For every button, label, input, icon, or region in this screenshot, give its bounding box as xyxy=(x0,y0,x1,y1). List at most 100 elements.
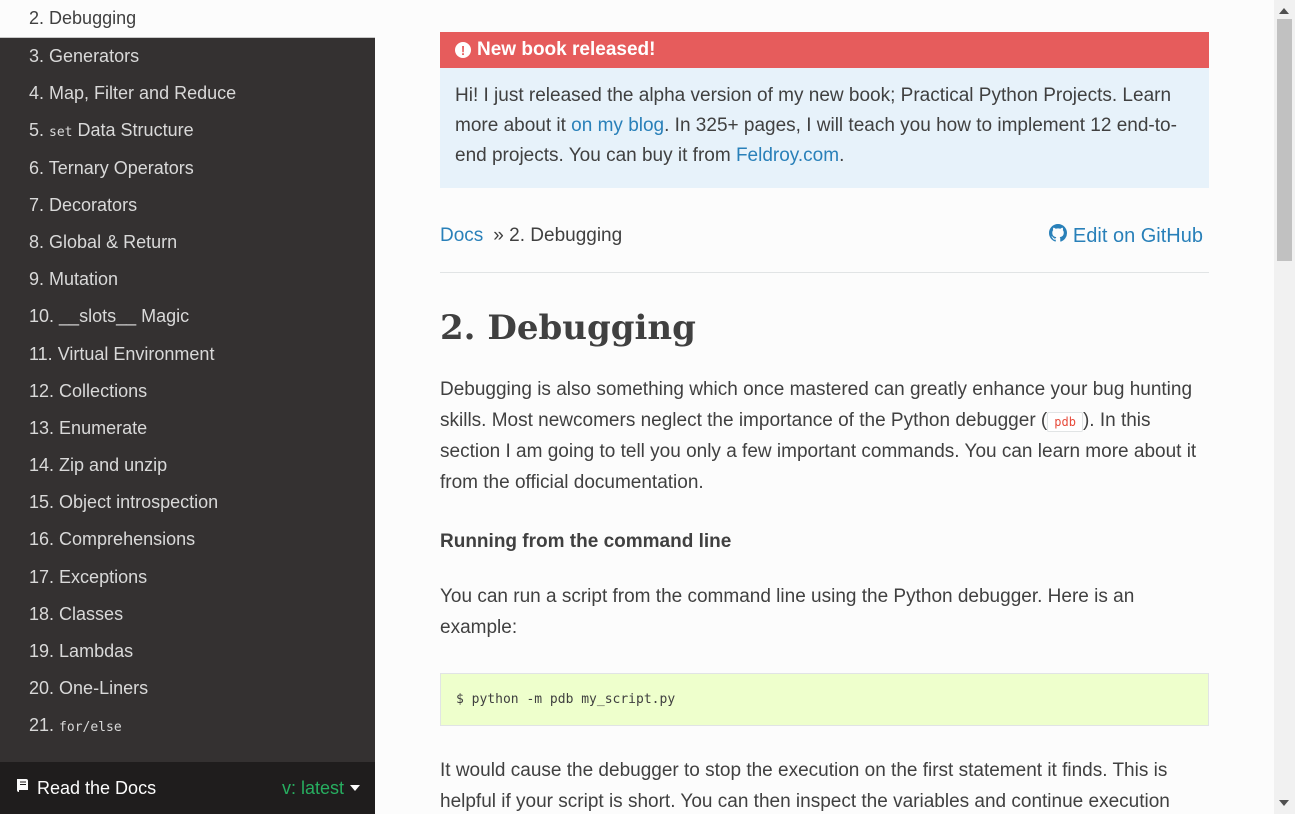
sidebar-item-16[interactable]: 16. Comprehensions xyxy=(0,521,375,558)
sidebar-item-number: 2. xyxy=(29,8,45,28)
sidebar-item-8[interactable]: 8. Global & Return xyxy=(0,224,375,261)
sidebar-item-15[interactable]: 15. Object introspection xyxy=(0,484,375,521)
breadcrumb-trail: Docs » 2. Debugging xyxy=(440,225,622,247)
sidebar-item-number: 14. xyxy=(29,455,55,476)
sidebar-item-number: 19. xyxy=(29,641,55,661)
sidebar-item-label: Debugging xyxy=(49,8,137,28)
notice-text-3: . xyxy=(839,145,845,166)
sidebar-item-6[interactable]: 6. Ternary Operators xyxy=(0,150,375,187)
intro-paragraph: Debugging is also something which once m… xyxy=(440,375,1209,498)
breadcrumb-current-label: 2. Debugging xyxy=(509,225,623,246)
sidebar-item-label: Ternary Operators xyxy=(48,157,194,178)
sidebar-item-label: Enumerate xyxy=(59,417,148,438)
sidebar-item-3[interactable]: 3. Generators xyxy=(0,38,375,75)
sidebar-item-19[interactable]: 19. Lambdas xyxy=(0,633,375,670)
sidebar-item-number: 5. xyxy=(29,120,45,141)
sidebar-item-label: Lambdas xyxy=(59,641,134,661)
sidebar-item-5[interactable]: 5. set Data Structure xyxy=(0,112,375,149)
sidebar-item-label: Zip and unzip xyxy=(59,455,168,476)
rtd-brand-label: Read the Docs xyxy=(37,777,157,798)
blog-link[interactable]: on my blog xyxy=(571,115,664,136)
notice-admonition: ! New book released! Hi! I just released… xyxy=(440,32,1209,188)
sidebar-item-number: 21. xyxy=(29,715,55,736)
edit-on-github-link[interactable]: Edit on GitHub xyxy=(1048,224,1209,248)
sidebar-item-label: Classes xyxy=(59,603,124,624)
sidebar-item-number: 16. xyxy=(29,529,55,550)
explanation-paragraph: It would cause the debugger to stop the … xyxy=(440,760,1170,812)
sidebar-item-code: set xyxy=(49,125,73,141)
sidebar-item-label: Comprehensions xyxy=(59,529,196,550)
sidebar-item-14[interactable]: 14. Zip and unzip xyxy=(0,447,375,484)
sidebar-item-20[interactable]: 20. One-Liners xyxy=(0,670,375,707)
sidebar-item-number: 7. xyxy=(29,194,45,215)
sidebar-nav: 2. Debugging 3. Generators 4. Map, Filter … xyxy=(0,0,375,814)
scroll-thumb[interactable] xyxy=(1277,19,1292,261)
sidebar-item-number: 20. xyxy=(29,678,55,699)
version-selector[interactable]: v: latest xyxy=(282,778,360,799)
sidebar-item-number: 10. xyxy=(29,306,55,327)
breadcrumb: Docs » 2. Debugging Edit on GitHub xyxy=(440,218,1209,254)
breadcrumb-separator: » xyxy=(493,225,504,246)
sidebar-item-number: 17. xyxy=(29,566,55,587)
main-content: ! New book released! Hi! I just released… xyxy=(440,32,1209,814)
sidebar-item-number: 9. xyxy=(29,269,45,290)
sidebar-item-label: __slots__ Magic xyxy=(59,306,190,327)
sidebar-item-2[interactable]: 2. Debugging xyxy=(0,0,375,38)
sidebar-item-label: Collections xyxy=(59,380,148,401)
sidebar-item-number: 13. xyxy=(29,417,55,438)
sidebar-item-label: Map, Filter and Reduce xyxy=(49,83,237,104)
inline-code-pdb: pdb xyxy=(1047,411,1083,432)
sidebar-item-11[interactable]: 11. Virtual Environment xyxy=(0,336,375,373)
sidebar-item-9[interactable]: 9. Mutation xyxy=(0,261,375,298)
sidebar-item-label: Global & Return xyxy=(49,231,178,252)
sidebar-item-17[interactable]: 17. Exceptions xyxy=(0,559,375,596)
sidebar-item-label: Decorators xyxy=(49,194,138,215)
notice-body: Hi! I just released the alpha version of… xyxy=(440,68,1209,188)
exclamation-circle-icon: ! xyxy=(455,42,471,58)
version-label: v: latest xyxy=(281,777,344,798)
sidebar-item-label: Virtual Environment xyxy=(57,343,215,364)
sidebar-item-4[interactable]: 4. Map, Filter and Reduce xyxy=(0,75,375,112)
rtd-footer[interactable]: Read the Docs v: latest xyxy=(0,762,375,814)
scrollbar[interactable] xyxy=(1274,0,1295,814)
breadcrumb-docs-link[interactable]: Docs xyxy=(440,225,483,247)
sidebar-item-10[interactable]: 10. __slots__ Magic xyxy=(0,298,375,335)
code-block[interactable]: $ python -m pdb my_script.py xyxy=(440,673,1209,726)
page-title: 2. Debugging xyxy=(440,308,696,348)
feldroy-link[interactable]: Feldroy.com xyxy=(736,145,839,166)
sidebar-item-12[interactable]: 12. Collections xyxy=(0,373,375,410)
scroll-down-arrow-icon[interactable] xyxy=(1279,800,1289,806)
sidebar-item-21[interactable]: 21. for/else xyxy=(0,707,375,744)
sidebar-item-18[interactable]: 18. Classes xyxy=(0,596,375,633)
sidebar-item-code: for/else xyxy=(59,720,122,736)
sidebar-item-number: 8. xyxy=(29,231,45,252)
divider xyxy=(440,272,1209,273)
edit-on-github-label: Edit on GitHub xyxy=(1072,224,1203,247)
sidebar-item-number: 6. xyxy=(29,157,45,178)
book-icon xyxy=(15,778,31,799)
sidebar-item-number: 12. xyxy=(29,380,55,401)
github-icon xyxy=(1048,224,1067,248)
sidebar-item-label: One-Liners xyxy=(59,678,149,699)
sidebar-item-7[interactable]: 7. Decorators xyxy=(0,187,375,224)
sidebar-item-number: 3. xyxy=(29,46,45,66)
sidebar-item-label: Object introspection xyxy=(59,492,219,513)
toc-list: 2. Debugging 3. Generators 4. Map, Filter … xyxy=(0,0,375,745)
sidebar-item-number: 18. xyxy=(29,603,55,624)
rtd-brand[interactable]: Read the Docs xyxy=(15,778,156,799)
sidebar-item-label: Data Structure xyxy=(77,120,194,141)
sidebar-item-label: Mutation xyxy=(49,269,119,290)
section-heading: Running from the command line xyxy=(440,531,732,552)
scroll-up-arrow-icon[interactable] xyxy=(1279,8,1289,14)
sidebar-item-label: Exceptions xyxy=(59,566,148,587)
sidebar-item-label: Generators xyxy=(49,46,140,66)
notice-title: ! New book released! xyxy=(440,32,1209,68)
breadcrumb-current: » 2. Debugging xyxy=(493,225,622,247)
caret-down-icon xyxy=(350,785,360,791)
sidebar-item-13[interactable]: 13. Enumerate xyxy=(0,410,375,447)
notice-title-text: New book released! xyxy=(477,39,656,60)
sidebar-item-number: 4. xyxy=(29,83,45,104)
command-line-paragraph: You can run a script from the command li… xyxy=(440,586,1135,638)
sidebar-item-number: 15. xyxy=(29,492,55,513)
sidebar-item-number: 11. xyxy=(29,343,53,364)
